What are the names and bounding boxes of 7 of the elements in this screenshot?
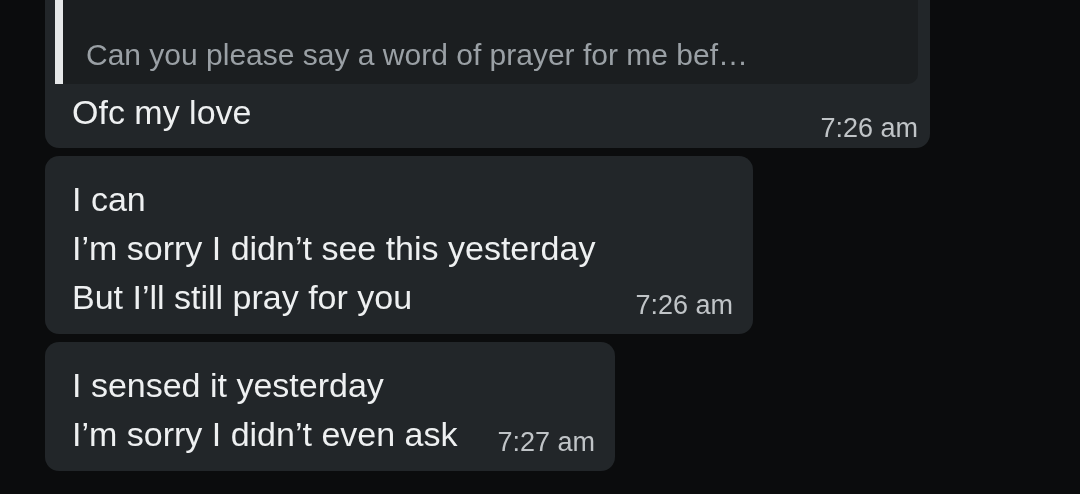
message-text: Ofc my love [72, 92, 252, 133]
message-time: 7:26 am [635, 290, 733, 322]
message-time: 7:27 am [497, 427, 596, 459]
message-text: I sensed it yesterday I’m sorry I didn’t even ask [72, 365, 458, 455]
message-text: I can I’m sorry I didn’t see this yesterday But I’ll still pray for you [72, 179, 596, 318]
reply-quote[interactable]: Can you please say a word of prayer for me bef… [55, 0, 918, 84]
message-time: 7:26 am [820, 113, 918, 145]
